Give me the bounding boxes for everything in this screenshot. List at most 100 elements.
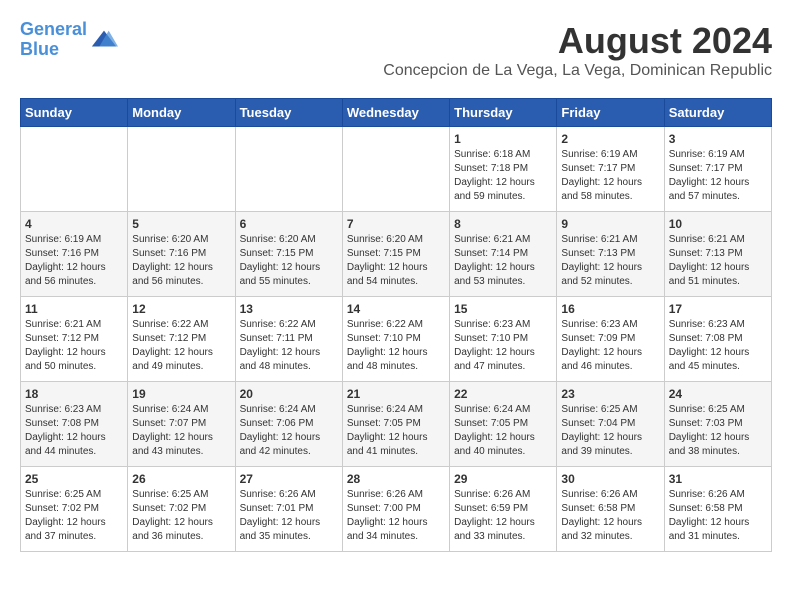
weekday-header-sunday: Sunday: [21, 99, 128, 127]
day-number: 18: [25, 387, 123, 401]
calendar-cell: 17Sunrise: 6:23 AM Sunset: 7:08 PM Dayli…: [664, 297, 771, 382]
day-info: Sunrise: 6:22 AM Sunset: 7:12 PM Dayligh…: [132, 318, 230, 374]
day-number: 28: [347, 472, 445, 486]
day-info: Sunrise: 6:23 AM Sunset: 7:09 PM Dayligh…: [561, 318, 659, 374]
calendar-cell: 19Sunrise: 6:24 AM Sunset: 7:07 PM Dayli…: [128, 382, 235, 467]
calendar-week-row: 25 Sunrise: 6:25 AM Sunset: 7:02 PM Dayli…: [21, 467, 772, 552]
day-number: 6: [240, 217, 338, 231]
day-info: Sunrise: 6:24 AM Sunset: 7:05 PM Dayligh…: [454, 403, 552, 459]
calendar-cell: 6 Sunrise: 6:20 AM Sunset: 7:15 PM Daylig…: [235, 212, 342, 297]
day-number: 26: [132, 472, 230, 486]
calendar-cell: 31Sunrise: 6:26 AM Sunset: 6:58 PM Dayli…: [664, 467, 771, 552]
day-info: Sunrise: 6:24 AM Sunset: 7:06 PM Dayligh…: [240, 403, 338, 459]
day-number: 23: [561, 387, 659, 401]
day-number: 19: [132, 387, 230, 401]
day-number: 1: [454, 132, 552, 146]
calendar-cell: 15 Sunrise: 6:23 AM Sunset: 7:10 PM Dayli…: [450, 297, 557, 382]
day-info: Sunrise: 6:22 AM Sunset: 7:11 PM Dayligh…: [240, 318, 338, 374]
day-info: Sunrise: 6:20 AM Sunset: 7:16 PM Dayligh…: [132, 233, 230, 289]
weekday-header-friday: Friday: [557, 99, 664, 127]
day-info: Sunrise: 6:19 AM Sunset: 7:17 PM Dayligh…: [561, 148, 659, 204]
calendar-cell: 20Sunrise: 6:24 AM Sunset: 7:06 PM Dayli…: [235, 382, 342, 467]
calendar-cell: 22 Sunrise: 6:24 AM Sunset: 7:05 PM Dayli…: [450, 382, 557, 467]
day-number: 12: [132, 302, 230, 316]
calendar-title: August 2024: [383, 20, 772, 62]
weekday-header-saturday: Saturday: [664, 99, 771, 127]
calendar-cell: 3Sunrise: 6:19 AM Sunset: 7:17 PM Daylig…: [664, 127, 771, 212]
day-info: Sunrise: 6:25 AM Sunset: 7:03 PM Dayligh…: [669, 403, 767, 459]
day-info: Sunrise: 6:25 AM Sunset: 7:04 PM Dayligh…: [561, 403, 659, 459]
calendar-week-row: 11 Sunrise: 6:21 AM Sunset: 7:12 PM Dayli…: [21, 297, 772, 382]
day-number: 10: [669, 217, 767, 231]
day-info: Sunrise: 6:21 AM Sunset: 7:13 PM Dayligh…: [669, 233, 767, 289]
day-number: 2: [561, 132, 659, 146]
day-info: Sunrise: 6:20 AM Sunset: 7:15 PM Dayligh…: [240, 233, 338, 289]
calendar-week-row: 18Sunrise: 6:23 AM Sunset: 7:08 PM Dayli…: [21, 382, 772, 467]
day-info: Sunrise: 6:25 AM Sunset: 7:02 PM Dayligh…: [25, 488, 123, 544]
day-info: Sunrise: 6:18 AM Sunset: 7:18 PM Dayligh…: [454, 148, 552, 204]
calendar-subtitle: Concepcion de La Vega, La Vega, Dominica…: [383, 62, 772, 80]
calendar-cell: [235, 127, 342, 212]
day-number: 22: [454, 387, 552, 401]
day-info: Sunrise: 6:21 AM Sunset: 7:14 PM Dayligh…: [454, 233, 552, 289]
day-number: 17: [669, 302, 767, 316]
calendar-cell: [128, 127, 235, 212]
calendar-cell: 4Sunrise: 6:19 AM Sunset: 7:16 PM Daylig…: [21, 212, 128, 297]
day-number: 9: [561, 217, 659, 231]
day-number: 7: [347, 217, 445, 231]
logo-line1: General: [20, 19, 87, 39]
day-number: 11: [25, 302, 123, 316]
logo-text: General Blue: [20, 20, 87, 60]
calendar-cell: 27 Sunrise: 6:26 AM Sunset: 7:01 PM Dayli…: [235, 467, 342, 552]
day-number: 13: [240, 302, 338, 316]
day-number: 4: [25, 217, 123, 231]
day-info: Sunrise: 6:25 AM Sunset: 7:02 PM Dayligh…: [132, 488, 230, 544]
calendar-table: SundayMondayTuesdayWednesdayThursdayFrid…: [20, 98, 772, 552]
calendar-cell: 28 Sunrise: 6:26 AM Sunset: 7:00 PM Dayli…: [342, 467, 449, 552]
calendar-cell: 26 Sunrise: 6:25 AM Sunset: 7:02 PM Dayli…: [128, 467, 235, 552]
day-number: 25: [25, 472, 123, 486]
day-number: 14: [347, 302, 445, 316]
calendar-cell: 7 Sunrise: 6:20 AM Sunset: 7:15 PM Daylig…: [342, 212, 449, 297]
calendar-cell: 24Sunrise: 6:25 AM Sunset: 7:03 PM Dayli…: [664, 382, 771, 467]
calendar-cell: 1 Sunrise: 6:18 AM Sunset: 7:18 PM Daylig…: [450, 127, 557, 212]
calendar-cell: 14 Sunrise: 6:22 AM Sunset: 7:10 PM Dayli…: [342, 297, 449, 382]
day-info: Sunrise: 6:21 AM Sunset: 7:13 PM Dayligh…: [561, 233, 659, 289]
calendar-cell: [21, 127, 128, 212]
calendar-cell: 18Sunrise: 6:23 AM Sunset: 7:08 PM Dayli…: [21, 382, 128, 467]
day-number: 29: [454, 472, 552, 486]
day-info: Sunrise: 6:26 AM Sunset: 7:01 PM Dayligh…: [240, 488, 338, 544]
weekday-header-monday: Monday: [128, 99, 235, 127]
day-info: Sunrise: 6:24 AM Sunset: 7:05 PM Dayligh…: [347, 403, 445, 459]
day-number: 27: [240, 472, 338, 486]
day-number: 30: [561, 472, 659, 486]
calendar-cell: 25 Sunrise: 6:25 AM Sunset: 7:02 PM Dayli…: [21, 467, 128, 552]
calendar-week-row: 4Sunrise: 6:19 AM Sunset: 7:16 PM Daylig…: [21, 212, 772, 297]
day-info: Sunrise: 6:22 AM Sunset: 7:10 PM Dayligh…: [347, 318, 445, 374]
day-info: Sunrise: 6:23 AM Sunset: 7:10 PM Dayligh…: [454, 318, 552, 374]
calendar-cell: 12 Sunrise: 6:22 AM Sunset: 7:12 PM Dayli…: [128, 297, 235, 382]
day-number: 8: [454, 217, 552, 231]
weekday-header-wednesday: Wednesday: [342, 99, 449, 127]
day-info: Sunrise: 6:26 AM Sunset: 6:58 PM Dayligh…: [669, 488, 767, 544]
day-number: 15: [454, 302, 552, 316]
calendar-cell: 21 Sunrise: 6:24 AM Sunset: 7:05 PM Dayli…: [342, 382, 449, 467]
calendar-cell: 10 Sunrise: 6:21 AM Sunset: 7:13 PM Dayli…: [664, 212, 771, 297]
day-info: Sunrise: 6:21 AM Sunset: 7:12 PM Dayligh…: [25, 318, 123, 374]
calendar-cell: 30Sunrise: 6:26 AM Sunset: 6:58 PM Dayli…: [557, 467, 664, 552]
calendar-cell: 29 Sunrise: 6:26 AM Sunset: 6:59 PM Dayli…: [450, 467, 557, 552]
day-info: Sunrise: 6:26 AM Sunset: 7:00 PM Dayligh…: [347, 488, 445, 544]
calendar-cell: 5 Sunrise: 6:20 AM Sunset: 7:16 PM Daylig…: [128, 212, 235, 297]
day-info: Sunrise: 6:20 AM Sunset: 7:15 PM Dayligh…: [347, 233, 445, 289]
day-number: 3: [669, 132, 767, 146]
day-info: Sunrise: 6:26 AM Sunset: 6:59 PM Dayligh…: [454, 488, 552, 544]
calendar-cell: 23 Sunrise: 6:25 AM Sunset: 7:04 PM Dayli…: [557, 382, 664, 467]
calendar-cell: 2 Sunrise: 6:19 AM Sunset: 7:17 PM Daylig…: [557, 127, 664, 212]
logo-line2: Blue: [20, 39, 59, 59]
day-number: 16: [561, 302, 659, 316]
calendar-cell: 11 Sunrise: 6:21 AM Sunset: 7:12 PM Dayli…: [21, 297, 128, 382]
day-number: 5: [132, 217, 230, 231]
title-section: August 2024 Concepcion de La Vega, La Ve…: [383, 20, 772, 88]
day-number: 21: [347, 387, 445, 401]
weekday-header-row: SundayMondayTuesdayWednesdayThursdayFrid…: [21, 99, 772, 127]
